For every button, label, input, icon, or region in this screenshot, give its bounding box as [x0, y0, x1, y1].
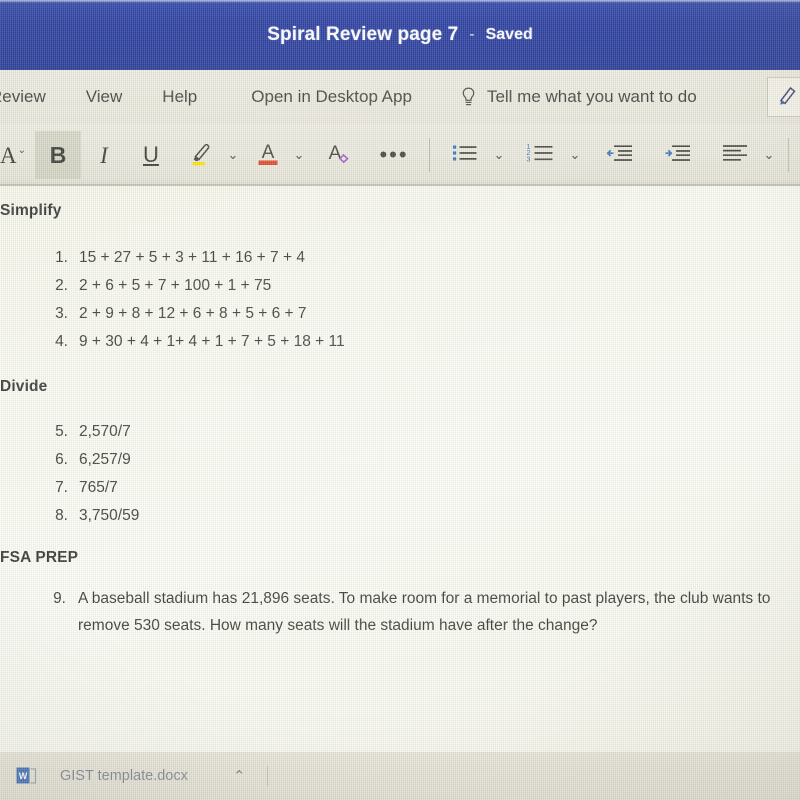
ellipsis-icon: •••: [379, 142, 409, 168]
list-item: 2. 2 + 6 + 5 + 7 + 100 + 1 + 75: [42, 272, 345, 300]
taskbar-divider: [267, 766, 269, 786]
taskbar: W GIST template.docx ⌃: [0, 752, 800, 800]
list-item: 4. 9 + 30 + 4 + 1+ 4 + 1 + 7 + 5 + 18 + …: [42, 328, 345, 356]
bold-icon: B: [49, 141, 67, 168]
chevron-down-icon: ⌄: [569, 147, 581, 163]
menu-bar: Review View Help Open in Desktop App Tel…: [0, 70, 800, 124]
chevron-down-icon: ⌄: [293, 147, 305, 163]
align-left-icon: [722, 142, 748, 169]
underline-icon: U: [143, 142, 159, 167]
title-bar: Spiral Review page 7 - Saved: [0, 0, 800, 70]
numbered-list-dropdown[interactable]: ⌄: [562, 131, 584, 179]
more-options-button[interactable]: •••: [371, 131, 417, 179]
font-size-button[interactable]: A ⌄: [0, 131, 33, 179]
save-status: Saved: [485, 26, 533, 43]
list-item-text: 6,257/9: [79, 451, 131, 468]
list-item-text: A baseball stadium has 21,896 seats. To …: [78, 590, 771, 634]
font-color-button[interactable]: A: [249, 131, 287, 179]
screen-photo: Spiral Review page 7 - Saved Review View…: [0, 0, 800, 800]
list-item-text: 2,570/7: [79, 423, 131, 440]
bold-button[interactable]: B: [35, 131, 81, 179]
clear-formatting-button[interactable]: A: [317, 131, 359, 179]
list-item-number: 5.: [55, 423, 68, 440]
increase-indent-button[interactable]: [654, 131, 700, 179]
list-item-text: 2 + 6 + 5 + 7 + 100 + 1 + 75: [79, 277, 272, 294]
question-9: 9. A baseball stadium has 21,896 seats. …: [46, 586, 800, 639]
menu-item-review[interactable]: Review: [0, 87, 47, 107]
bullet-list-button[interactable]: [444, 131, 486, 179]
svg-text:W: W: [19, 771, 28, 781]
font-color-dropdown[interactable]: ⌄: [287, 131, 307, 179]
chevron-down-icon: ⌄: [763, 147, 775, 163]
list-item-number: 3.: [55, 305, 68, 322]
italic-icon: I: [100, 142, 108, 168]
editing-mode-button[interactable]: [767, 77, 800, 117]
decrease-indent-button[interactable]: [596, 131, 642, 179]
list-item-text: 2 + 9 + 8 + 12 + 6 + 8 + 5 + 6 + 7: [79, 305, 307, 322]
formatting-toolbar: A ⌄ B I U ⌄ A ⌄ A ••• ⌄ 1 2 3 ⌄ ⌄: [0, 124, 800, 186]
chevron-down-icon: ⌄: [493, 147, 505, 163]
highlight-dropdown[interactable]: ⌄: [221, 131, 241, 179]
taskbar-file-name[interactable]: GIST template.docx: [60, 768, 188, 784]
document-canvas[interactable]: Simplify 1. 15 + 27 + 5 + 3 + 11 + 16 + …: [0, 186, 800, 752]
list-item: 5. 2,570/7: [42, 418, 139, 446]
list-item: 6. 6,257/9: [42, 446, 139, 474]
increase-indent-icon: [663, 142, 691, 169]
chevron-up-icon[interactable]: ⌃: [233, 767, 246, 785]
divide-list: 5. 2,570/7 6. 6,257/9 7. 765/7 8. 3,750/…: [42, 418, 139, 530]
document-title: Spiral Review page 7: [267, 24, 459, 45]
section-heading-simplify: Simplify: [0, 202, 62, 219]
section-heading-fsa-prep: FSA PREP: [0, 549, 79, 566]
list-item-text: 15 + 27 + 5 + 3 + 11 + 16 + 7 + 4: [79, 249, 305, 266]
highlighter-icon: [188, 139, 214, 172]
list-item-number: 9.: [53, 590, 66, 607]
align-dropdown[interactable]: ⌄: [756, 131, 778, 179]
menu-item-open-in-desktop-app[interactable]: Open in Desktop App: [250, 87, 413, 107]
tell-me-search[interactable]: Tell me what you want to do: [461, 86, 697, 108]
numbered-list-icon: 1 2 3: [526, 142, 554, 169]
highlight-button[interactable]: [181, 131, 221, 179]
clear-formatting-icon: A: [324, 139, 352, 172]
list-item-number: 7.: [55, 479, 68, 496]
tell-me-label: Tell me what you want to do: [486, 87, 697, 106]
menu-item-help[interactable]: Help: [161, 87, 198, 107]
title-bar-highlight: [0, 0, 800, 3]
underline-button[interactable]: U: [127, 131, 175, 179]
document-page: Simplify 1. 15 + 27 + 5 + 3 + 11 + 16 + …: [0, 186, 800, 752]
list-item-number: 4.: [55, 333, 68, 350]
word-document-icon: W: [16, 766, 38, 786]
italic-button[interactable]: I: [81, 131, 127, 179]
svg-text:A: A: [329, 143, 342, 164]
list-item-number: 1.: [55, 249, 68, 266]
font-size-A-icon: A: [0, 142, 17, 168]
list-item-number: 8.: [55, 507, 68, 524]
svg-text:A: A: [262, 142, 275, 163]
numbered-list-button[interactable]: 1 2 3: [518, 131, 562, 179]
svg-text:3: 3: [527, 156, 531, 163]
pen-editing-icon: [777, 84, 799, 111]
simplify-list: 1. 15 + 27 + 5 + 3 + 11 + 16 + 7 + 4 2. …: [42, 244, 345, 356]
list-item: 1. 15 + 27 + 5 + 3 + 11 + 16 + 7 + 4: [42, 244, 345, 272]
list-item-number: 6.: [55, 451, 68, 468]
chevron-down-icon: ⌄: [227, 147, 239, 163]
list-item-number: 2.: [55, 277, 68, 294]
toolbar-divider: [429, 138, 430, 172]
list-item: 3. 2 + 9 + 8 + 12 + 6 + 8 + 5 + 6 + 7: [42, 300, 345, 328]
menu-item-view[interactable]: View: [85, 87, 124, 107]
list-item-text: 3,750/59: [79, 507, 140, 524]
decrease-indent-icon: [605, 142, 633, 169]
list-item-text: 765/7: [79, 479, 118, 496]
title-separator: -: [469, 26, 475, 43]
toolbar-divider-2: [788, 138, 789, 172]
list-item: 7. 765/7: [42, 474, 139, 502]
font-color-A-icon: A: [255, 139, 281, 172]
bullet-list-dropdown[interactable]: ⌄: [486, 131, 508, 179]
lightbulb-icon: [461, 86, 476, 108]
list-item: 8. 3,750/59: [42, 502, 139, 530]
section-heading-divide: Divide: [0, 378, 48, 395]
chevron-down-icon: ⌄: [17, 144, 26, 156]
list-item-text: 9 + 30 + 4 + 1+ 4 + 1 + 7 + 5 + 18 + 11: [79, 333, 345, 350]
bulleted-list-icon: [452, 142, 478, 169]
align-button[interactable]: [714, 131, 756, 179]
